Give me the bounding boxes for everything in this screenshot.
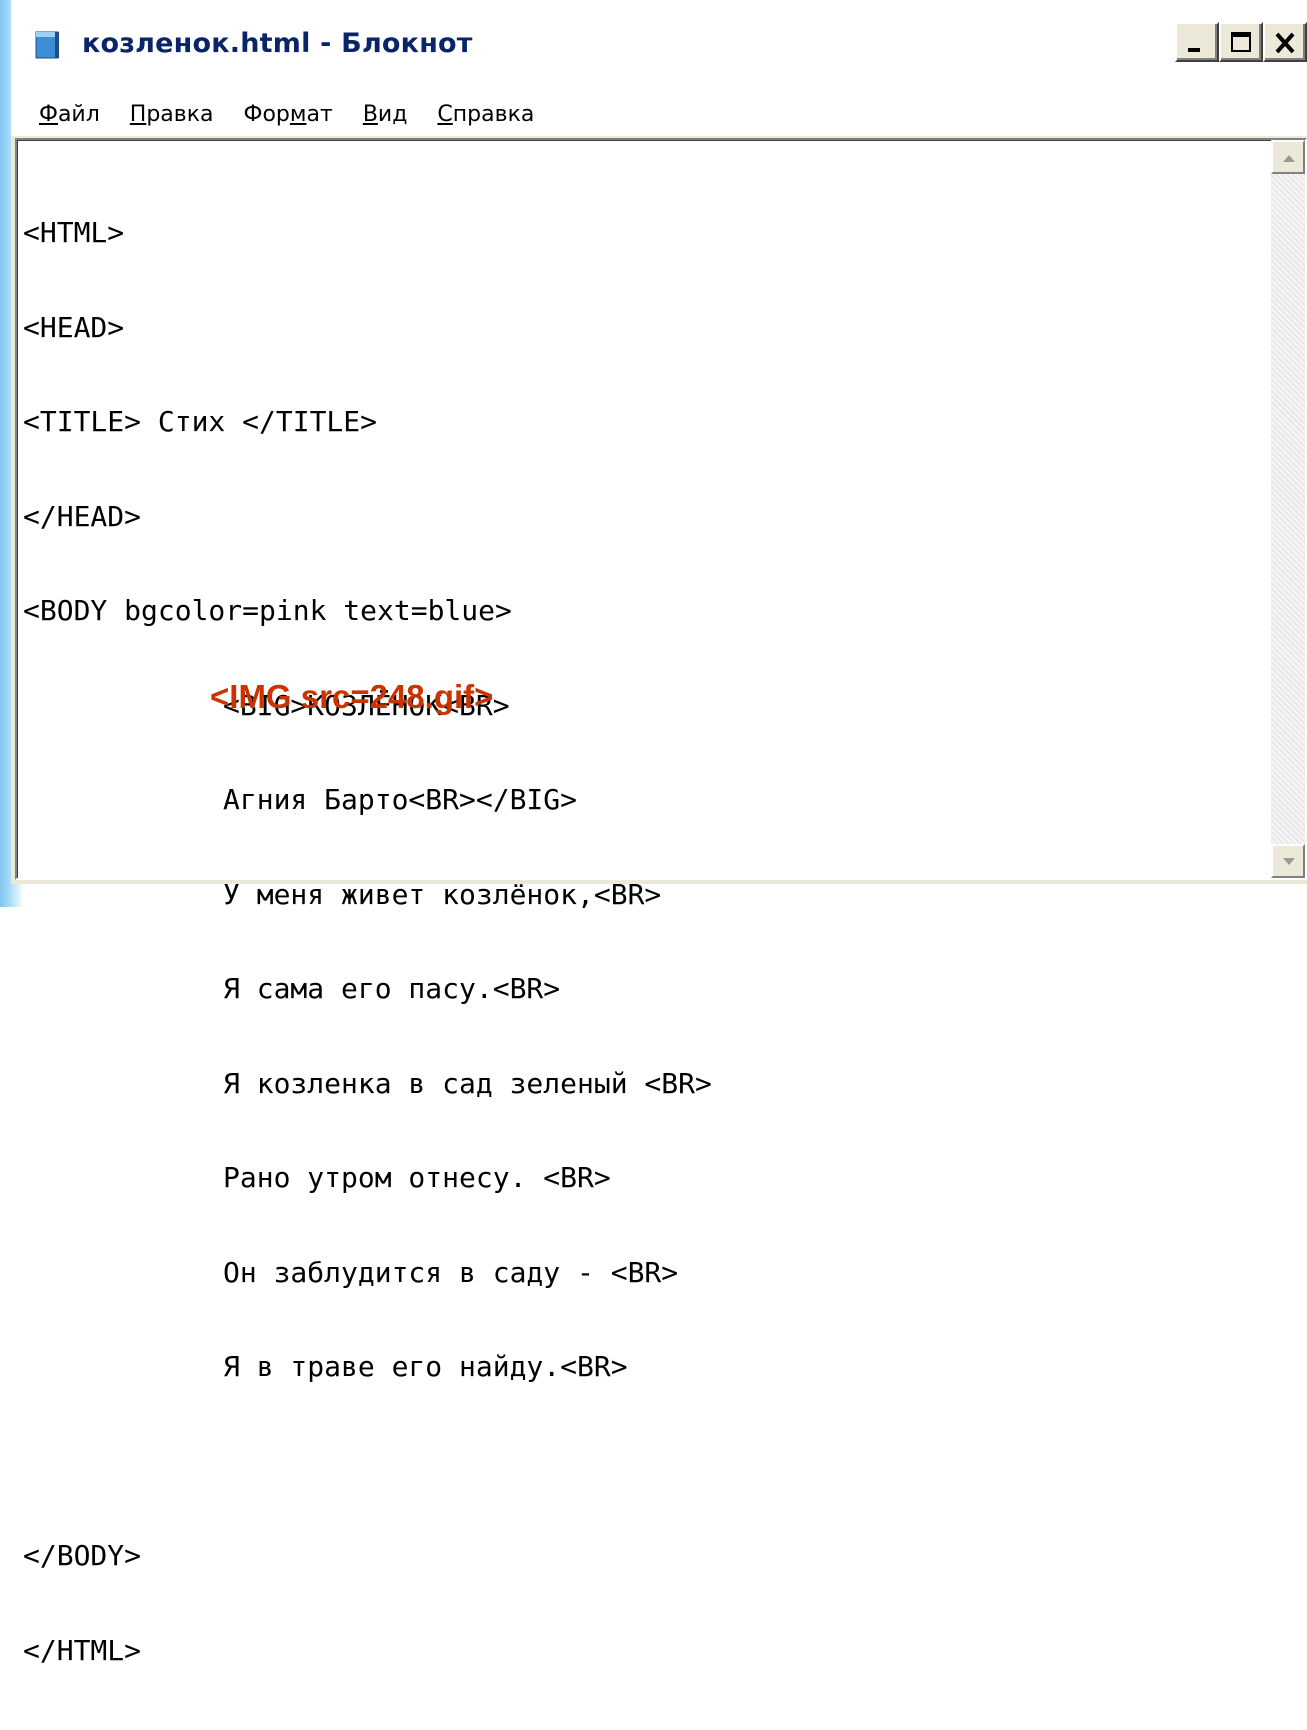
text-editor[interactable]: <HTML> <HEAD> <TITLE> Стих </TITLE> </HE…: [15, 138, 1307, 1666]
code-line: </BODY>: [23, 1539, 142, 1572]
menu-view[interactable]: Вид: [361, 100, 410, 129]
notepad-window: козленок.html - Блокнот Файл Правка Форм…: [11, 0, 1307, 1666]
menu-bar: Файл Правка Формат Вид Справка: [11, 92, 1307, 136]
maximize-icon: [1231, 32, 1251, 52]
code-line: </HEAD>: [23, 499, 142, 533]
code-line: Я козленка в сад зеленый <BR>: [223, 1066, 712, 1100]
notepad-icon: [35, 31, 59, 59]
menu-format[interactable]: Формат: [242, 100, 335, 129]
code-line: У меня живет козлёнок,<BR>: [223, 877, 662, 911]
code-line: Я в траве его найду.<BR>: [223, 1350, 628, 1383]
scroll-down-button[interactable]: [1271, 844, 1305, 878]
window-title: козленок.html - Блокнот: [82, 28, 473, 59]
menu-help[interactable]: Справка: [435, 100, 536, 129]
code-line: <TITLE> Стих </TITLE>: [23, 405, 378, 438]
menu-view-accel: В: [362, 101, 378, 127]
code-line: </HTML>: [23, 1633, 142, 1667]
minimize-icon: [1188, 48, 1200, 52]
menu-format-rest: ат: [306, 101, 333, 127]
menu-edit-rest: равка: [146, 101, 214, 127]
code-line: <HTML>: [23, 216, 125, 249]
code-line: <HEAD>: [23, 310, 125, 344]
code-line: Я сама его пасу.<BR>: [223, 972, 561, 1005]
menu-format-accel: м: [289, 101, 307, 127]
menu-help-rest: правка: [452, 101, 535, 127]
code-line: Он заблудится в саду - <BR>: [223, 1255, 679, 1289]
minimize-button[interactable]: [1175, 22, 1219, 62]
menu-edit[interactable]: Правка: [128, 100, 216, 129]
scroll-down-arrow-icon: [1283, 858, 1295, 865]
caption-buttons: [1175, 22, 1307, 66]
menu-view-rest: ид: [377, 101, 408, 127]
code-line: <BIG>КОЗЛЁНОК<BR>: [223, 688, 510, 722]
maximize-button[interactable]: [1219, 22, 1263, 62]
inserted-img-tag: <IMG src=248.gif>: [210, 678, 494, 715]
menu-edit-accel: П: [129, 101, 147, 127]
title-bar[interactable]: козленок.html - Блокнот: [11, 0, 1307, 92]
scroll-up-arrow-icon: [1283, 155, 1295, 162]
vertical-scrollbar[interactable]: [1271, 140, 1305, 878]
close-icon: [1275, 32, 1295, 54]
code-line: Рано утром отнесу. <BR>: [223, 1161, 611, 1194]
menu-file-rest: айл: [57, 101, 100, 127]
close-button[interactable]: [1263, 22, 1307, 62]
menu-file-accel: Ф: [39, 101, 58, 127]
menu-help-accel: С: [437, 101, 453, 127]
scroll-up-button[interactable]: [1271, 140, 1305, 174]
editor-text[interactable]: <HTML> <HEAD> <TITLE> Стих </TITLE> </HE…: [23, 154, 1263, 1666]
menu-format-prefix: Фор: [243, 101, 290, 127]
menu-file[interactable]: Файл: [37, 100, 102, 129]
code-line: Агния Барто<BR></BIG>: [223, 783, 578, 816]
code-line: <BODY bgcolor=pink text=blue>: [23, 594, 512, 627]
